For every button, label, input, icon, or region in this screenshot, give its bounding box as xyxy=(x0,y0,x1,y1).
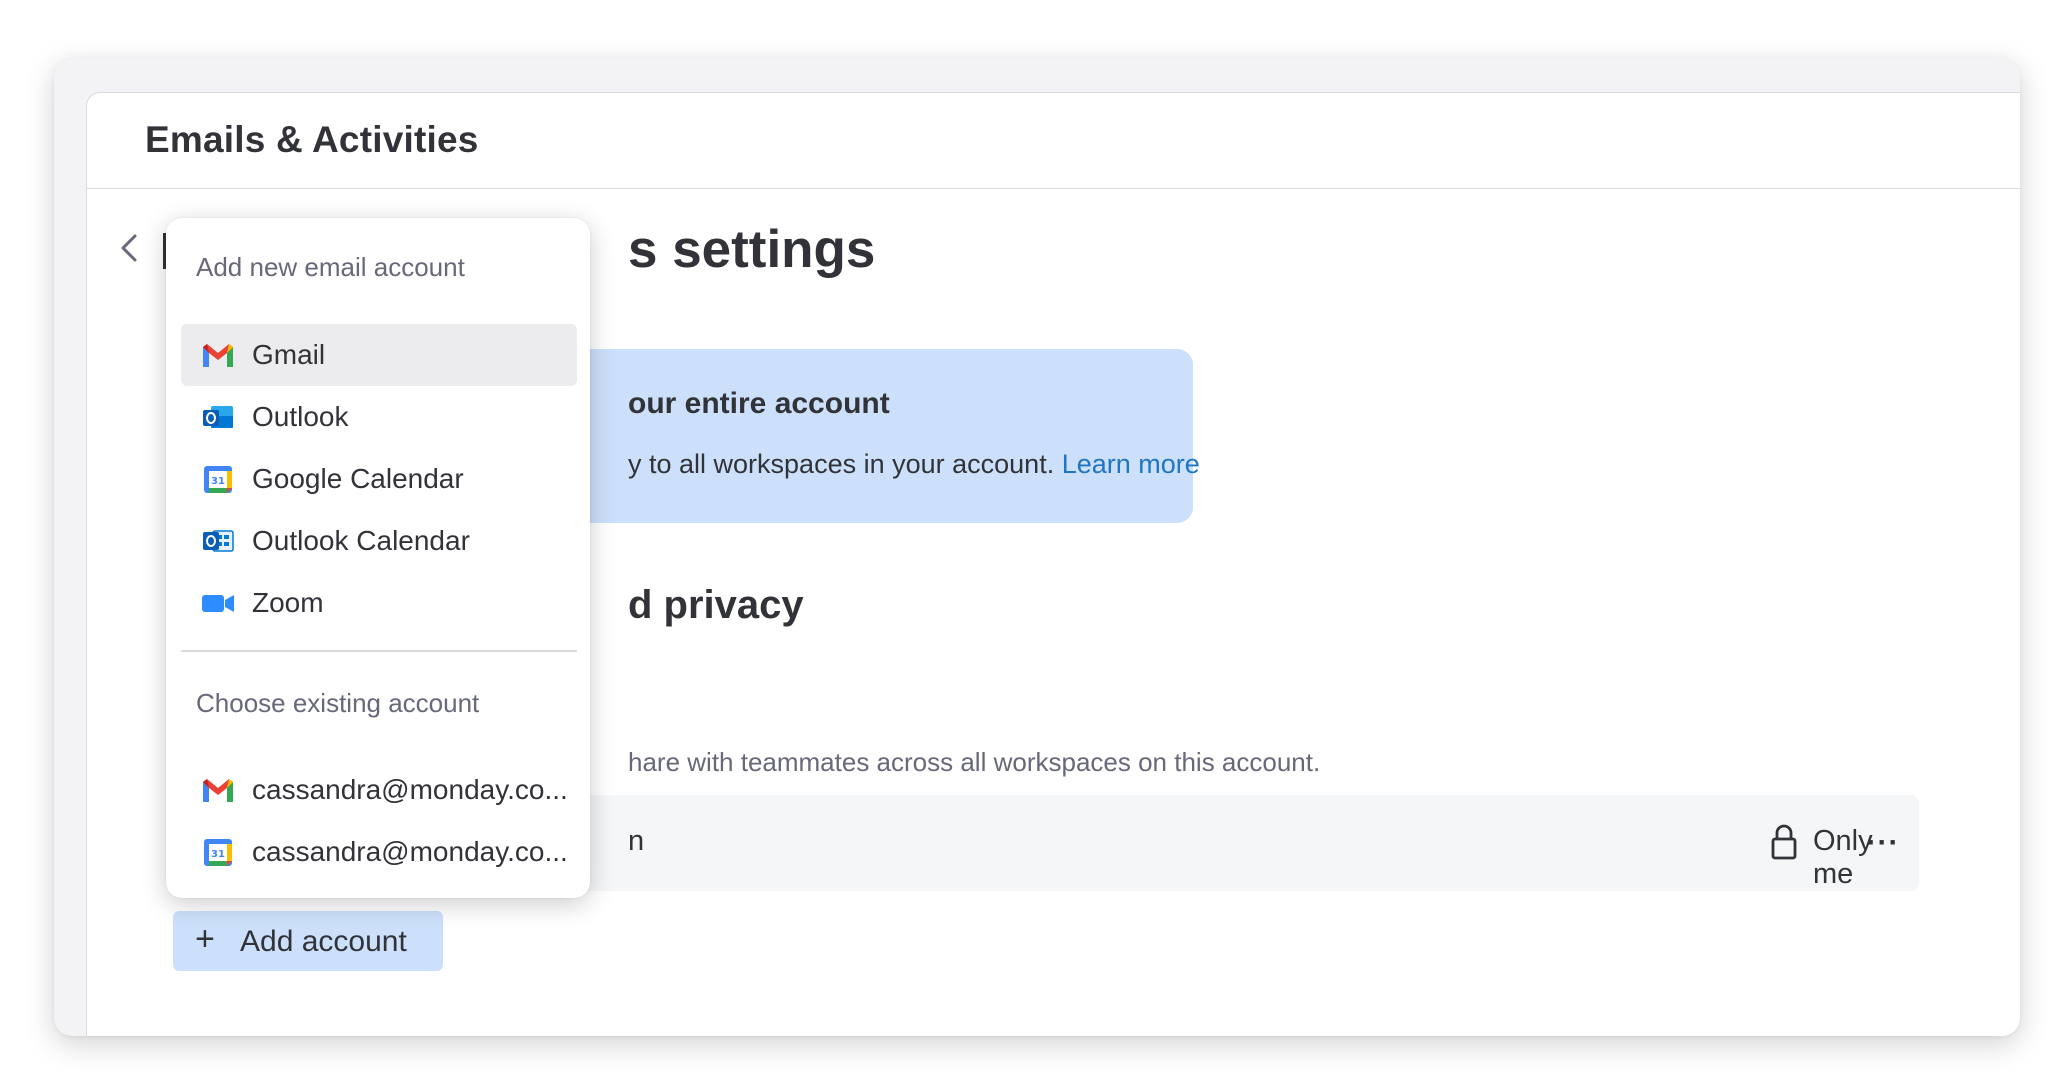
menu-item-label: cassandra@monday.co... xyxy=(252,774,568,805)
outlook-icon xyxy=(203,406,233,428)
zoom-icon xyxy=(202,595,234,612)
add-account-dropdown: Add new email account Gmail Outlook 31 G… xyxy=(166,218,590,898)
menu-item-label: Outlook Calendar xyxy=(252,525,470,556)
panel-title: Emails & Activities xyxy=(145,119,479,160)
section-title-text: d privacy xyxy=(628,583,804,627)
menu-item-label: cassandra@monday.co... xyxy=(252,836,568,867)
menu-item-existing-gmail[interactable]: cassandra@monday.co... xyxy=(181,759,577,821)
menu-item-outlook-calendar[interactable]: Outlook Calendar xyxy=(181,510,577,572)
learn-more-link[interactable]: Learn more xyxy=(1062,449,1200,479)
lock-icon xyxy=(1771,824,1797,860)
info-banner-title: our entire account xyxy=(628,387,890,420)
panel-header: Emails & Activities xyxy=(87,93,2020,189)
account-row-name: n xyxy=(628,825,645,857)
menu-item-gmail[interactable]: Gmail xyxy=(181,324,577,386)
info-banner-body: y to all workspaces in your account. xyxy=(628,449,1055,479)
svg-text:31: 31 xyxy=(211,849,225,860)
choose-existing-heading: Choose existing account xyxy=(196,688,480,718)
menu-item-label: Outlook xyxy=(252,401,349,432)
gmail-icon xyxy=(203,344,233,367)
menu-divider xyxy=(181,650,577,652)
chevron-left-icon[interactable] xyxy=(115,228,145,268)
google-calendar-icon: 31 xyxy=(204,466,232,493)
page-title-text: s settings xyxy=(628,220,876,279)
menu-item-zoom[interactable]: Zoom xyxy=(181,572,577,634)
menu-item-label: Google Calendar xyxy=(252,463,464,494)
add-account-button[interactable]: + Add account xyxy=(173,911,443,971)
more-options-icon[interactable]: ··· xyxy=(1863,825,1903,861)
add-account-label: Add account xyxy=(240,925,407,958)
add-new-heading: Add new email account xyxy=(196,252,465,282)
menu-item-label: Zoom xyxy=(252,587,324,618)
outlook-calendar-icon xyxy=(203,530,234,552)
section-description-text: hare with teammates across all workspace… xyxy=(628,747,1321,777)
menu-item-google-calendar[interactable]: 31 Google Calendar xyxy=(181,448,577,510)
info-banner-text: y to all workspaces in your account. Lea… xyxy=(628,449,1200,480)
menu-item-outlook[interactable]: Outlook xyxy=(181,386,577,448)
svg-text:31: 31 xyxy=(211,476,225,487)
google-calendar-icon: 31 xyxy=(204,839,232,866)
gmail-icon xyxy=(203,779,233,802)
menu-item-label: Gmail xyxy=(252,339,326,370)
menu-item-existing-google-calendar[interactable]: 31 cassandra@monday.co... xyxy=(181,821,577,883)
plus-icon: + xyxy=(195,920,215,958)
